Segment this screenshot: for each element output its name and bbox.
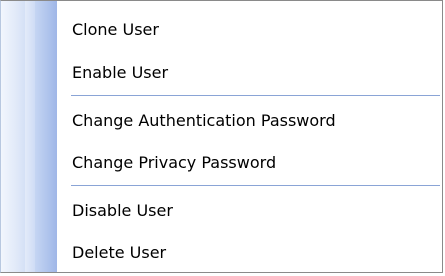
- menu-item-change-privacy-password[interactable]: Change Privacy Password: [57, 142, 442, 182]
- context-menu: Clone User Enable User Change Authentica…: [0, 0, 443, 273]
- menu-item-label: Enable User: [72, 62, 169, 82]
- menu-item-clone-user[interactable]: Clone User: [57, 9, 442, 49]
- menu-item-label: Change Privacy Password: [72, 152, 277, 172]
- menu-item-change-authentication-password[interactable]: Change Authentication Password: [57, 100, 442, 140]
- menu-gutter-strip: [25, 1, 35, 272]
- menu-item-disable-user[interactable]: Disable User: [57, 190, 442, 230]
- menu-item-label: Clone User: [72, 19, 159, 39]
- menu-icon-gutter: [1, 1, 57, 272]
- menu-item-label: Change Authentication Password: [72, 110, 336, 130]
- menu-item-enable-user[interactable]: Enable User: [57, 52, 442, 92]
- menu-item-label: Disable User: [72, 200, 173, 220]
- menu-separator: [71, 95, 440, 96]
- menu-item-delete-user[interactable]: Delete User: [57, 232, 442, 272]
- menu-separator: [71, 185, 440, 186]
- menu-item-label: Delete User: [72, 242, 167, 262]
